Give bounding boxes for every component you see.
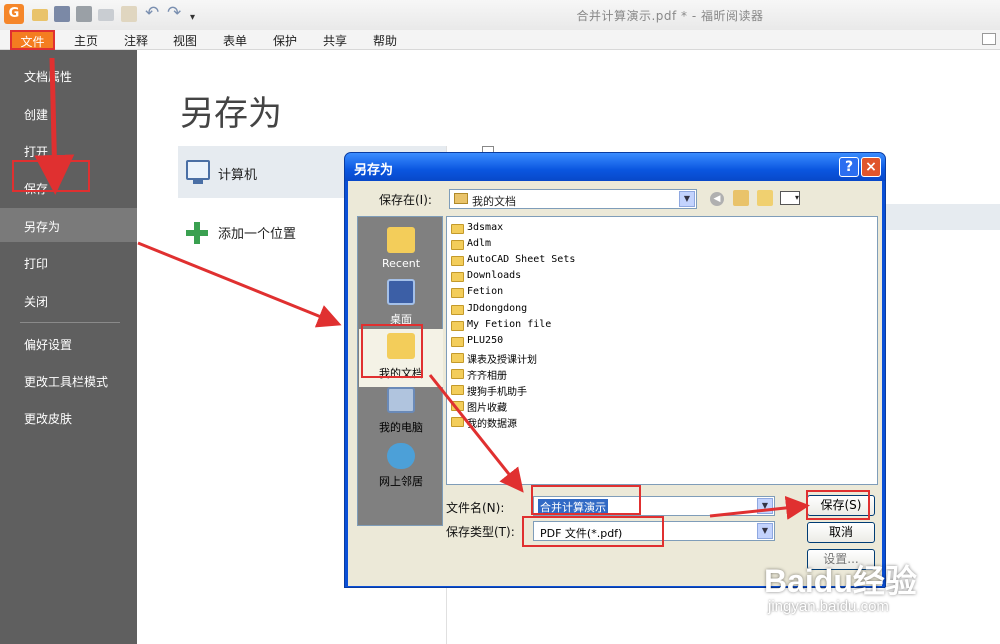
dialog-body: 保存在(I): 我的文档 ▼ ◀ ▾ Recent 桌面 我的文档 我的电脑 网… — [348, 181, 882, 586]
chevron-down-icon[interactable]: ▼ — [757, 498, 773, 514]
folder-icon — [451, 256, 464, 266]
folder-icon — [451, 224, 464, 234]
sidebar-divider — [20, 322, 120, 323]
save-as-dialog: 另存为 ? × 保存在(I): 我的文档 ▼ ◀ ▾ Recent 桌面 我的文… — [344, 152, 886, 588]
chevron-down-icon[interactable]: ▼ — [757, 523, 773, 539]
annotation-box-save-button — [806, 490, 870, 520]
tab-form[interactable]: 表单 — [223, 32, 247, 49]
sidebar-item-close[interactable]: 关闭 — [24, 293, 48, 310]
filename-label: 文件名(N): — [446, 501, 505, 515]
annotation-box-my-documents — [361, 324, 423, 378]
up-folder-icon[interactable] — [733, 190, 749, 206]
backstage-sidebar: 文档属性 创建 打开 保存 另存为 打印 关闭 偏好设置 更改工具栏模式 更改皮… — [0, 50, 137, 644]
back-icon[interactable]: ◀ — [710, 192, 724, 206]
sidebar-item-change-skin[interactable]: 更改皮肤 — [24, 410, 72, 427]
tab-view[interactable]: 视图 — [173, 32, 197, 49]
window-title: 合并计算演示.pdf * - 福昕阅读器 — [576, 9, 764, 23]
annotation-box-filename — [531, 485, 641, 515]
recent-folder-highlight[interactable] — [878, 204, 1000, 230]
location-computer-label[interactable]: 计算机 — [218, 164, 257, 183]
add-location-label[interactable]: 添加一个位置 — [218, 223, 296, 242]
sidebar-item-document-properties[interactable]: 文档属性 — [24, 68, 72, 85]
desktop-icon[interactable] — [387, 279, 415, 305]
plus-icon[interactable] — [186, 222, 208, 244]
place-network[interactable]: 网上邻居 — [358, 473, 444, 489]
chevron-down-icon[interactable]: ▼ — [679, 191, 695, 207]
network-places-icon[interactable] — [387, 443, 415, 469]
cancel-button[interactable]: 取消 — [807, 522, 875, 543]
tab-protect[interactable]: 保护 — [273, 32, 297, 49]
folder-icon — [454, 193, 468, 204]
folder-icon — [451, 337, 464, 347]
sidebar-item-save-as[interactable]: 另存为 — [24, 218, 60, 235]
folder-icon — [451, 385, 464, 395]
page-title: 另存为 — [180, 94, 282, 134]
folder-icon — [451, 353, 464, 363]
computer-icon — [186, 160, 210, 180]
sidebar-item-toolbar-mode[interactable]: 更改工具栏模式 — [24, 373, 108, 390]
folder-icon — [451, 417, 464, 427]
annotation-box-filetype — [522, 516, 664, 547]
annotation-box-save-as — [12, 160, 90, 192]
folder-icon — [451, 288, 464, 298]
help-icon[interactable]: ? — [839, 157, 859, 177]
save-in-dropdown[interactable]: 我的文档 ▼ — [449, 189, 697, 209]
tab-help[interactable]: 帮助 — [373, 32, 397, 49]
sidebar-selected-background — [0, 208, 137, 242]
dialog-title-bar[interactable]: 另存为 ? × — [345, 153, 885, 181]
folder-icon — [451, 272, 464, 282]
tab-home[interactable]: 主页 — [74, 32, 98, 49]
dialog-title: 另存为 — [354, 163, 394, 178]
filetype-label: 保存类型(T): — [446, 525, 515, 539]
close-icon[interactable]: × — [861, 157, 881, 177]
tab-comment[interactable]: 注释 — [124, 32, 148, 49]
folder-icon — [451, 321, 464, 331]
sidebar-item-open[interactable]: 打开 — [24, 143, 48, 160]
views-menu-icon[interactable]: ▾ — [780, 191, 800, 205]
tab-share[interactable]: 共享 — [323, 32, 347, 49]
tab-file[interactable]: 文件 — [10, 30, 55, 50]
watermark-url: jingyan.baidu.com — [768, 598, 889, 615]
save-in-value: 我的文档 — [472, 195, 516, 208]
folder-icon — [451, 240, 464, 250]
restore-window-icon[interactable] — [982, 33, 996, 45]
folder-icon — [451, 305, 464, 315]
watermark: Baidu经验 jingyan.baidu.com — [764, 556, 994, 636]
my-computer-icon[interactable] — [387, 387, 415, 413]
sidebar-item-print[interactable]: 打印 — [24, 255, 48, 272]
watermark-logo: Baidu经验 — [764, 563, 917, 599]
place-my-computer[interactable]: 我的电脑 — [358, 419, 444, 435]
save-in-label: 保存在(I): — [379, 193, 432, 207]
new-folder-icon[interactable] — [757, 190, 773, 206]
ribbon-tab-bar: 文件 主页 注释 视图 表单 保护 共享 帮助 — [0, 30, 1000, 50]
computer-icon-stand — [193, 180, 203, 184]
folder-icon — [451, 369, 464, 379]
title-bar: G ↶ ↷ ▾ 合并计算演示.pdf * - 福昕阅读器 — [0, 0, 1000, 30]
sidebar-item-preferences[interactable]: 偏好设置 — [24, 336, 72, 353]
file-list[interactable]: 3dsmax Adlm AutoCAD Sheet Sets Downloads… — [446, 216, 878, 485]
folder-icon — [451, 401, 464, 411]
place-recent[interactable]: Recent — [358, 257, 444, 270]
sidebar-item-create[interactable]: 创建 — [24, 106, 48, 123]
recent-folder-icon[interactable] — [387, 227, 415, 253]
